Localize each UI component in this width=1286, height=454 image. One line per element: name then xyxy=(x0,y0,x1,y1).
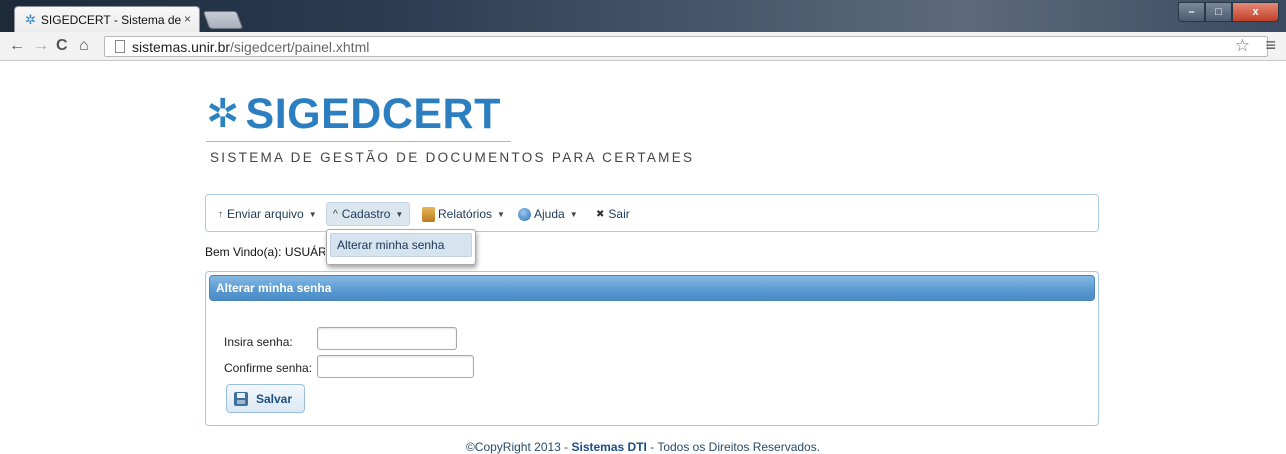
help-icon xyxy=(518,207,531,221)
welcome-text: Bem Vindo(a): USUÁRIO xyxy=(205,245,325,259)
browser-menu-icon[interactable]: ≡ xyxy=(1265,35,1276,56)
menu-label: Cadastro xyxy=(341,207,391,221)
footer-brand-link: Sistemas DTI xyxy=(571,440,647,454)
close-icon: ✖ xyxy=(596,208,605,220)
home-icon[interactable]: ⌂ xyxy=(79,37,89,55)
new-tab-button[interactable] xyxy=(202,11,244,29)
caret-down-icon: ▼ xyxy=(497,209,505,219)
page-icon xyxy=(115,40,125,53)
minimize-button[interactable]: – xyxy=(1178,2,1205,22)
back-icon[interactable]: ← xyxy=(9,37,25,55)
menu-ajuda[interactable]: Ajuda ▼ xyxy=(512,202,584,226)
save-button-label: Salvar xyxy=(256,391,293,406)
close-window-button[interactable]: x xyxy=(1232,2,1279,22)
confirm-password-input[interactable] xyxy=(317,355,474,378)
menu-label: Enviar arquivo xyxy=(227,207,304,221)
window-controls: – □ x xyxy=(1178,2,1279,22)
url-host: sistemas.unir.br xyxy=(132,38,231,55)
tab-close-icon[interactable]: × xyxy=(184,12,191,26)
panel-title: Alterar minha senha xyxy=(209,275,1095,301)
menu-label: Ajuda xyxy=(534,207,565,221)
browser-tab[interactable]: ✲ SIGEDCERT - Sistema de g × xyxy=(14,6,200,32)
footer-prefix: ©CopyRight 2013 - xyxy=(465,440,572,454)
save-disk-icon xyxy=(234,391,248,406)
site-logo: ✲ SIGEDCERT xyxy=(206,92,501,136)
url-path: /sigedcert/painel.xhtml xyxy=(230,38,370,55)
menu-label: Sair xyxy=(608,207,630,221)
logo-mark-icon: ✲ xyxy=(206,92,240,136)
caret-down-icon: ▼ xyxy=(395,209,404,219)
password-label: Insira senha: xyxy=(224,335,293,349)
logo-divider xyxy=(206,141,511,142)
logo-text: SIGEDCERT xyxy=(245,90,501,138)
password-input[interactable] xyxy=(317,327,457,350)
change-password-panel: Alterar minha senha Insira senha: Confir… xyxy=(205,271,1099,426)
reports-icon xyxy=(422,206,435,222)
menu-cadastro[interactable]: ^ Cadastro ▼ xyxy=(326,202,411,226)
forward-icon[interactable]: → xyxy=(33,37,49,55)
bookmark-star-icon[interactable]: ☆ xyxy=(1235,36,1250,56)
menu-enviar-arquivo[interactable]: ↑ Enviar arquivo ▼ xyxy=(212,202,323,226)
menu-label: Relatórios xyxy=(438,207,493,221)
menu-alterar-senha[interactable]: Alterar minha senha xyxy=(330,233,472,257)
site-subtitle: SISTEMA DE GESTÃO DE DOCUMENTOS PARA CER… xyxy=(210,150,695,165)
footer-suffix: - Todos os Direitos Reservados. xyxy=(646,440,821,454)
menu-sair[interactable]: ✖ Sair xyxy=(590,202,636,226)
favicon-icon: ✲ xyxy=(25,11,36,27)
main-menubar: ↑ Enviar arquivo ▼ ^ Cadastro ▼ Relatóri… xyxy=(205,194,1099,232)
chevron-up-icon: ^ xyxy=(333,208,338,220)
reload-icon[interactable]: C xyxy=(56,37,68,55)
cadastro-dropdown: Alterar minha senha xyxy=(326,229,476,265)
save-button[interactable]: Salvar xyxy=(226,384,305,413)
caret-down-icon: ▼ xyxy=(569,209,578,219)
browser-titlebar: ✲ SIGEDCERT - Sistema de g × – □ x xyxy=(0,0,1286,32)
url-input[interactable]: sistemas.unir.br/sigedcert/painel.xhtml xyxy=(104,36,1268,57)
maximize-button[interactable]: □ xyxy=(1205,2,1232,22)
address-bar: ← → C ⌂ sistemas.unir.br/sigedcert/paine… xyxy=(0,32,1286,61)
footer: ©CopyRight 2013 - Sistemas DTI - Todos o… xyxy=(0,440,1286,454)
menu-relatorios[interactable]: Relatórios ▼ xyxy=(416,202,511,226)
caret-down-icon: ▼ xyxy=(308,209,317,219)
confirm-password-label: Confirme senha: xyxy=(224,361,313,375)
upload-arrow-icon: ↑ xyxy=(218,208,223,220)
tab-title: SIGEDCERT - Sistema de g xyxy=(40,12,181,27)
